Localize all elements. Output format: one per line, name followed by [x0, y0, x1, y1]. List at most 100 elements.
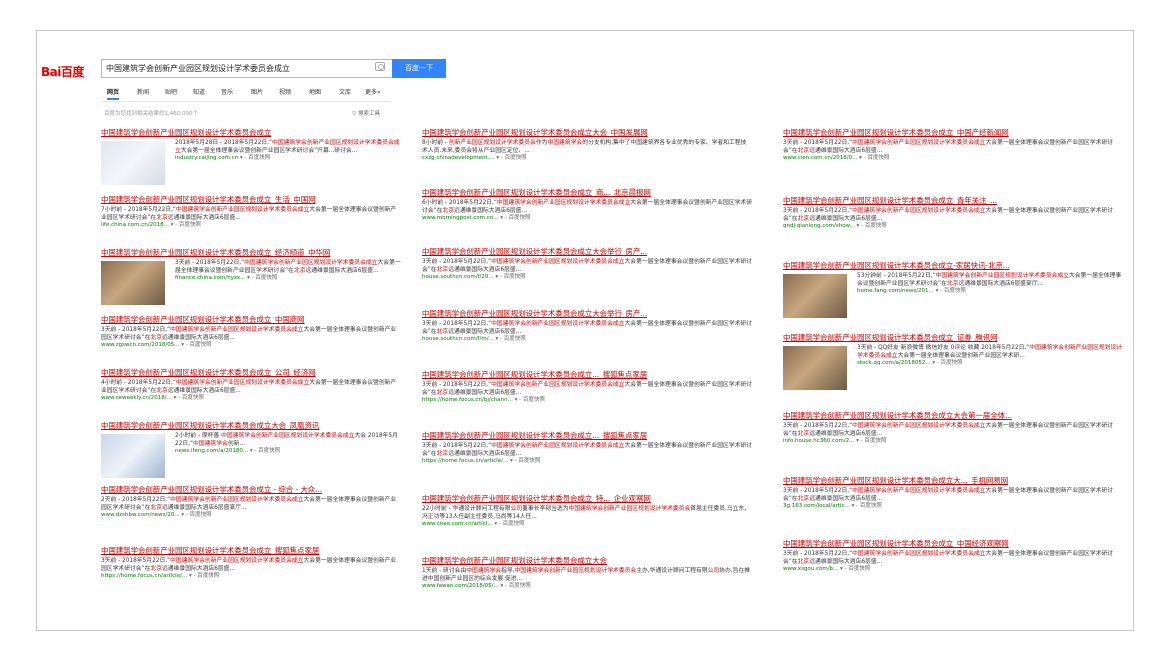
result-title-link[interactable]: 中国建筑学会创新产业园区规划设计学术委员会成立_中国商网: [101, 314, 401, 325]
chevron-down-icon[interactable]: ▾ -: [189, 573, 197, 579]
tab-1[interactable]: 新闻: [137, 87, 149, 96]
snapshot-link[interactable]: 百度快照: [944, 288, 966, 294]
search-tools-link[interactable]: ▽ 搜索工具: [352, 109, 380, 117]
tab-6[interactable]: 视频: [279, 87, 291, 96]
result-url-text[interactable]: life.china.com.cn/2018...: [101, 222, 171, 228]
result-title-link[interactable]: 中国建筑学会创新产业园区规划设计学术委员会成立_青年关注_...: [783, 195, 1123, 206]
tab-5[interactable]: 图片: [251, 87, 263, 96]
result-thumbnail[interactable]: [101, 261, 165, 305]
chevron-down-icon[interactable]: ▾ -: [250, 448, 258, 454]
result-url-text[interactable]: industry.caijing.com.cn: [175, 155, 240, 161]
chevron-down-icon[interactable]: ▾ -: [174, 395, 182, 401]
chevron-down-icon[interactable]: ▾ -: [936, 288, 944, 294]
tab-7[interactable]: 地图: [309, 87, 321, 96]
snapshot-link[interactable]: 百度快照: [865, 223, 887, 229]
result-url-text[interactable]: www.xsgou.com/b...: [783, 566, 840, 572]
result-url-text[interactable]: 3g.163.com/local/artic...: [783, 503, 852, 509]
result-url-text[interactable]: https://home.focus.cn/article/...: [422, 458, 510, 464]
result-url-text[interactable]: www.cneo.com.cn/articl...: [422, 521, 494, 527]
snapshot-link[interactable]: 百度快照: [860, 503, 882, 509]
result-title-link[interactable]: 中国建筑学会创新产业园区规划设计学术委员会成立_搜狐焦点家居: [101, 545, 401, 556]
chevron-down-icon[interactable]: ▾ -: [500, 215, 508, 221]
chevron-down-icon[interactable]: ▾ -: [496, 336, 504, 342]
result-title-link[interactable]: 中国建筑学会创新产业园区规划设计学术委员会成立_中国产经新闻网: [783, 127, 1123, 138]
snapshot-link[interactable]: 百度快照: [941, 360, 963, 366]
result-url-text[interactable]: qndj.qianlong.com/show...: [783, 223, 857, 229]
snapshot-link[interactable]: 百度快照: [503, 521, 525, 527]
snapshot-link[interactable]: 百度快照: [518, 458, 540, 464]
result-url-text[interactable]: https://home.focus.cn/article/...: [101, 573, 189, 579]
result-title-link[interactable]: 中国建筑学会创新产业园区规划设计学术委员会成立大会第一届全体...: [783, 410, 1123, 421]
snapshot-link[interactable]: 百度快照: [867, 155, 889, 161]
result-url-text[interactable]: house.southcn.com/f/20...: [422, 274, 495, 280]
result-title-link[interactable]: 中国建筑学会创新产业园区规划设计学术委员会成立大会_中国发展网: [422, 127, 752, 138]
snapshot-link[interactable]: 百度快照: [504, 274, 526, 280]
chevron-down-icon[interactable]: ▾ -: [510, 458, 518, 464]
chevron-down-icon[interactable]: ▾ -: [857, 223, 865, 229]
tab-2[interactable]: 贴吧: [165, 87, 177, 96]
chevron-down-icon[interactable]: ▾ -: [500, 583, 508, 589]
snapshot-link[interactable]: 百度快照: [197, 573, 219, 579]
snapshot-link[interactable]: 百度快照: [509, 583, 531, 589]
snapshot-link[interactable]: 百度快照: [523, 397, 545, 403]
snapshot-link[interactable]: 百度快照: [509, 215, 531, 221]
result-url-text[interactable]: www.dzshbw.com/news/20...: [101, 512, 181, 518]
snapshot-link[interactable]: 百度快照: [864, 438, 886, 444]
chevron-down-icon[interactable]: ▾ -: [496, 155, 504, 161]
result-title-link[interactable]: 中国建筑学会创新产业园区规划设计学术委员会成立_公司_经济网: [101, 367, 401, 378]
snapshot-link[interactable]: 百度快照: [255, 275, 277, 281]
result-url-text[interactable]: home.fang.com/news/201...: [857, 288, 936, 294]
result-thumbnail[interactable]: [783, 346, 847, 390]
snapshot-link[interactable]: 百度快照: [182, 395, 204, 401]
result-title-link[interactable]: 中国建筑学会创新产业园区规划设计学术委员会成立大会_凤凰资讯: [101, 420, 401, 431]
result-thumbnail[interactable]: [101, 434, 165, 478]
snapshot-link[interactable]: 百度快照: [189, 342, 211, 348]
result-url-text[interactable]: https://home.focus.cn/bj/chann...: [422, 397, 515, 403]
result-url-text[interactable]: news.ifeng.com/a/20180...: [175, 448, 250, 454]
chevron-down-icon[interactable]: ▾ -: [240, 155, 248, 161]
baidu-logo[interactable]: Bai百度: [41, 63, 84, 80]
snapshot-link[interactable]: 百度快照: [258, 448, 280, 454]
tab-9[interactable]: 更多»: [365, 87, 381, 96]
result-url-text[interactable]: stock.qq.com/a/2018052...: [857, 360, 932, 366]
tab-8[interactable]: 文库: [339, 87, 351, 96]
search-tools-label[interactable]: 搜索工具: [358, 111, 380, 117]
result-title-link[interactable]: 中国建筑学会创新产业园区规划设计学术委员会成立_商..._北京晨报网: [422, 187, 752, 198]
result-title-link[interactable]: 中国建筑学会创新产业园区规划设计学术委员会成立_中国经济观察网: [783, 538, 1123, 549]
chevron-down-icon[interactable]: ▾ -: [932, 360, 940, 366]
snapshot-link[interactable]: 百度快照: [179, 222, 201, 228]
tab-0[interactable]: 网页: [107, 87, 120, 100]
result-thumbnail[interactable]: [783, 274, 847, 318]
chevron-down-icon[interactable]: ▾ -: [515, 397, 523, 403]
chevron-down-icon[interactable]: ▾ -: [171, 222, 179, 228]
snapshot-link[interactable]: 百度快照: [190, 512, 212, 518]
snapshot-link[interactable]: 百度快照: [505, 155, 527, 161]
result-title-link[interactable]: 中国建筑学会创新产业园区规划设计学术委员会成立..._搜狐焦点家居: [422, 430, 752, 441]
result-url-text[interactable]: www.ceweekly.cn/2018/...: [101, 395, 174, 401]
result-thumbnail[interactable]: [101, 141, 165, 185]
result-url-text[interactable]: house.southcn.com/f/m/...: [422, 336, 496, 342]
result-title-link[interactable]: 中国建筑学会创新产业园区规划设计学术委员会成立_生活_中国网: [101, 194, 401, 205]
tab-3[interactable]: 知道: [193, 87, 205, 96]
camera-icon[interactable]: [375, 62, 385, 71]
result-title-link[interactable]: 中国建筑学会创新产业园区规划设计学术委员会成立_证券_腾讯网: [783, 332, 1123, 343]
tab-4[interactable]: 音乐: [221, 87, 233, 96]
snapshot-link[interactable]: 百度快照: [848, 566, 870, 572]
result-title-link[interactable]: 中国建筑学会创新产业园区规划设计学术委员会成立 - 综合 - 大众...: [101, 484, 401, 495]
result-title-link[interactable]: 中国建筑学会创新产业园区规划设计学术委员会成立_经济频道_中华网: [101, 247, 401, 258]
chevron-down-icon[interactable]: ▾ -: [181, 512, 189, 518]
search-button[interactable]: 百度一下: [392, 59, 446, 78]
result-title-link[interactable]: 中国建筑学会创新产业园区规划设计学术委员会成立_特..._企业观察网: [422, 493, 752, 504]
result-url-text[interactable]: info.house.hc360.com/2...: [783, 438, 856, 444]
result-title-link[interactable]: 中国建筑学会创新产业园区规划设计学术委员会成立..._搜狐焦点家居: [422, 369, 752, 380]
chevron-down-icon[interactable]: ▾ -: [852, 503, 860, 509]
result-url-text[interactable]: www.cien.com.cn/2018/0...: [783, 155, 859, 161]
result-title-link[interactable]: 中国建筑学会创新产业园区规划设计学术委员会成立-家居快讯-北京...: [783, 260, 1123, 271]
result-url-text[interactable]: www.zgswcn.com/2018/05...: [101, 342, 181, 348]
chevron-down-icon[interactable]: ▾ -: [494, 521, 502, 527]
chevron-down-icon[interactable]: ▾ -: [495, 274, 503, 280]
result-title-link[interactable]: 中国建筑学会创新产业园区规划设计学术委员会成立大会举行_房产...: [422, 308, 752, 319]
result-title-link[interactable]: 中国建筑学会创新产业园区规划设计学术委员会成立: [101, 127, 401, 138]
result-title-link[interactable]: 中国建筑学会创新产业园区规划设计学术委员会成立大..._手机网易网: [783, 475, 1123, 486]
result-title-link[interactable]: 中国建筑学会创新产业园区规划设计学术委员会成立大会举行_房产...: [422, 246, 752, 257]
